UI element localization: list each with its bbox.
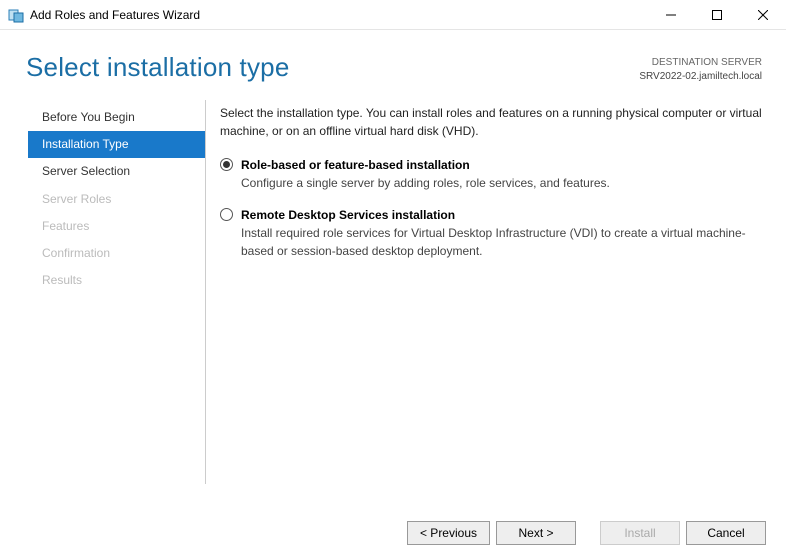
destination-block: DESTINATION SERVER SRV2022-02.jamiltech.… [639, 56, 762, 84]
next-button[interactable]: Next > [496, 521, 576, 545]
destination-label: DESTINATION SERVER [639, 56, 762, 70]
sidebar-item-server-selection[interactable]: Server Selection [28, 158, 205, 185]
close-button[interactable] [740, 0, 786, 30]
cancel-button[interactable]: Cancel [686, 521, 766, 545]
sidebar-item-results: Results [28, 267, 205, 294]
option-title: Remote Desktop Services installation [241, 206, 762, 224]
option-remote-desktop[interactable]: Remote Desktop Services installation Ins… [220, 206, 762, 260]
maximize-button[interactable] [694, 0, 740, 30]
sidebar-item-before-you-begin[interactable]: Before You Begin [28, 104, 205, 131]
header: Select installation type DESTINATION SER… [4, 30, 782, 94]
titlebar: Add Roles and Features Wizard [0, 0, 786, 30]
footer: < Previous Next > Install Cancel [407, 521, 766, 545]
destination-server: SRV2022-02.jamiltech.local [639, 70, 762, 84]
intro-text: Select the installation type. You can in… [220, 104, 762, 140]
radio-remote-desktop[interactable] [220, 208, 233, 221]
sidebar-item-server-roles: Server Roles [28, 186, 205, 213]
previous-button[interactable]: < Previous [407, 521, 490, 545]
window-title: Add Roles and Features Wizard [30, 8, 648, 22]
sidebar: Before You Begin Installation Type Serve… [24, 100, 206, 484]
option-role-based[interactable]: Role-based or feature-based installation… [220, 156, 762, 192]
page-title: Select installation type [26, 52, 639, 83]
option-desc: Install required role services for Virtu… [241, 224, 762, 260]
sidebar-item-confirmation: Confirmation [28, 240, 205, 267]
install-button: Install [600, 521, 680, 545]
sidebar-item-features: Features [28, 213, 205, 240]
option-title: Role-based or feature-based installation [241, 156, 610, 174]
main-panel: Select the installation type. You can in… [206, 100, 782, 484]
minimize-button[interactable] [648, 0, 694, 30]
option-desc: Configure a single server by adding role… [241, 174, 610, 192]
app-icon [8, 7, 24, 23]
radio-role-based[interactable] [220, 158, 233, 171]
sidebar-item-installation-type[interactable]: Installation Type [28, 131, 205, 158]
